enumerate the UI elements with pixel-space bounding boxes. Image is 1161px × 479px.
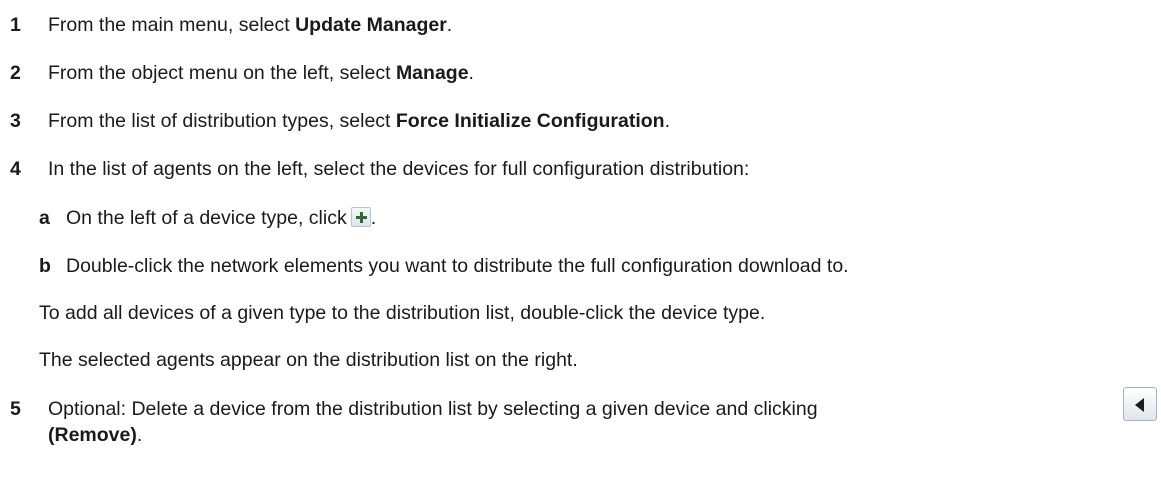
note-add-all-devices: To add all devices of a given type to th… [39, 302, 766, 324]
substep-punctuation: . [370, 207, 377, 229]
step-number: 3 [10, 110, 21, 132]
ui-term-force-initialize-configuration: Force Initialize Configuration [395, 110, 665, 132]
step-number: 2 [10, 62, 21, 84]
step-5-continuation: (Remove). [48, 423, 142, 447]
substep-letter: a [39, 207, 50, 229]
step-number: 1 [10, 14, 21, 36]
step-punctuation: . [446, 14, 453, 36]
step-punctuation: . [664, 110, 670, 132]
step-text: From the object menu on the left, select [48, 62, 396, 84]
step-punctuation: . [136, 424, 143, 446]
arrow-left-icon [1123, 387, 1157, 421]
substep-text: On the left of a device type, click [66, 207, 347, 229]
step-number: 4 [10, 158, 21, 180]
plus-icon [350, 207, 371, 227]
ui-term-remove: (Remove) [48, 424, 137, 446]
ui-term-manage: Manage [395, 62, 469, 84]
substep-letter: b [39, 255, 51, 277]
ui-term-update-manager: Update Manager [295, 14, 447, 36]
substep-text: Double-click the network elements you wa… [66, 255, 849, 277]
step-punctuation: . [468, 62, 474, 84]
note-selected-agents: The selected agents appear on the distri… [39, 349, 578, 371]
step-text: Optional: Delete a device from the distr… [48, 398, 818, 420]
step-number: 5 [10, 398, 21, 420]
step-text: From the main menu, select [48, 14, 296, 36]
step-text: In the list of agents on the left, selec… [48, 158, 750, 180]
step-text: From the list of distribution types, sel… [48, 110, 396, 132]
